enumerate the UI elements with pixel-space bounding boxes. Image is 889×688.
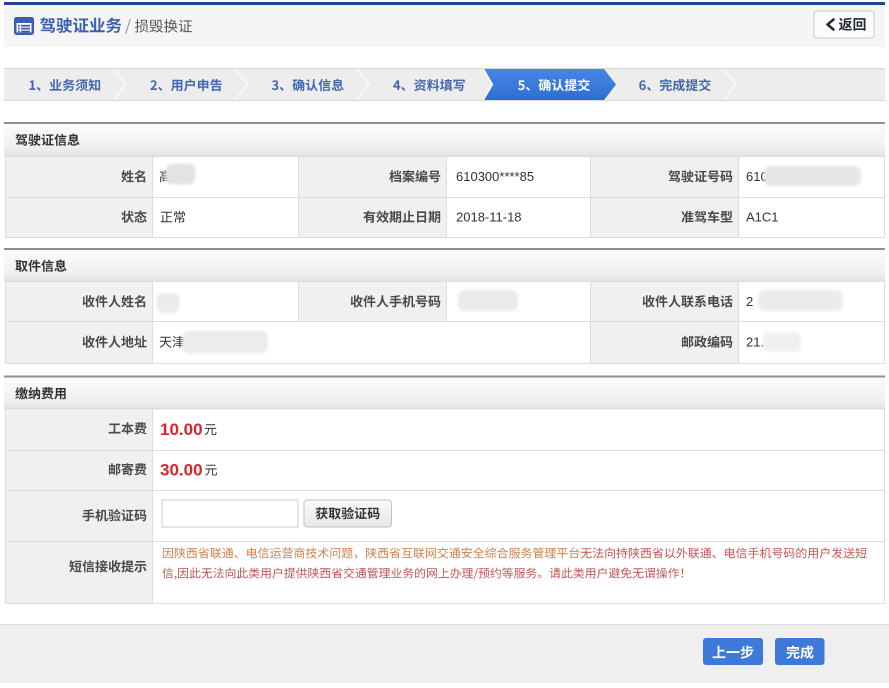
svg-text:A1C1: A1C1 — [746, 210, 779, 225]
svg-text:30.00: 30.00 — [160, 460, 203, 479]
svg-text:10.00: 10.00 — [160, 420, 203, 439]
svg-text:2018-11-18: 2018-11-18 — [456, 210, 522, 225]
svg-text:2: 2 — [746, 294, 753, 309]
svg-text:21.: 21. — [746, 335, 764, 350]
svg-text:610300****85: 610300****85 — [456, 169, 534, 184]
